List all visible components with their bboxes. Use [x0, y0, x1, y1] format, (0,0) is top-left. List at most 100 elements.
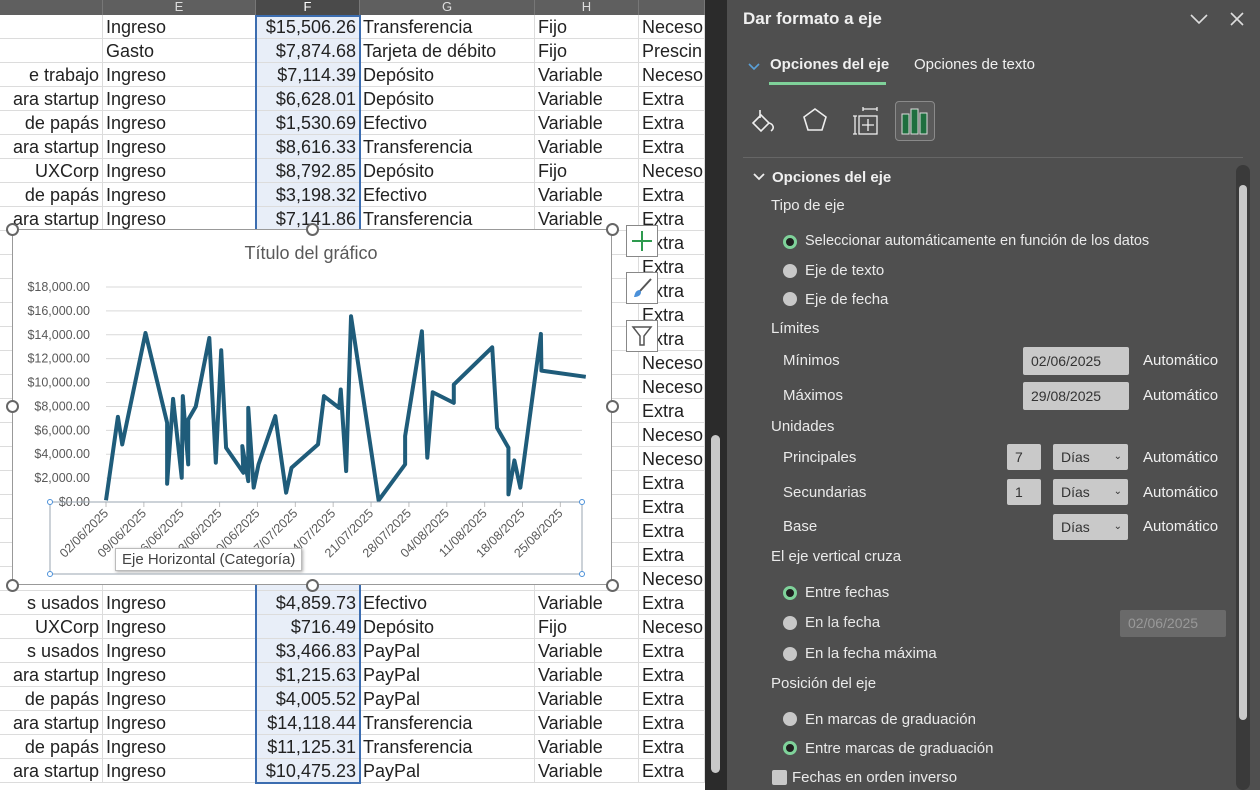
- cell-i[interactable]: Neceso: [639, 63, 705, 87]
- crosses-date-input[interactable]: 02/06/2025: [1120, 610, 1226, 637]
- column-header-i[interactable]: [639, 0, 705, 15]
- chart-elements-button[interactable]: [626, 225, 658, 257]
- chevron-down-icon[interactable]: [753, 172, 765, 182]
- minimum-auto-button[interactable]: Automático: [1143, 352, 1218, 369]
- chart-styles-button[interactable]: [626, 272, 658, 304]
- resize-handle[interactable]: [606, 579, 619, 592]
- minor-unit-select[interactable]: Días ⌄: [1053, 479, 1128, 505]
- cell-f[interactable]: $3,466.83: [256, 639, 360, 663]
- cell-i[interactable]: Extra: [639, 471, 705, 495]
- cell-e[interactable]: Ingreso: [103, 591, 256, 615]
- cell-h[interactable]: Fijo: [535, 15, 639, 39]
- cell-i[interactable]: Extra: [639, 399, 705, 423]
- resize-handle[interactable]: [606, 400, 619, 413]
- column-header-h[interactable]: H: [535, 0, 639, 15]
- cell-e[interactable]: Ingreso: [103, 735, 256, 759]
- cell-i[interactable]: Neceso: [639, 351, 705, 375]
- radio-between-dates[interactable]: [783, 586, 797, 600]
- cell-h[interactable]: Variable: [535, 207, 639, 231]
- cell-d[interactable]: e trabajo: [0, 63, 103, 87]
- cell-h[interactable]: Variable: [535, 135, 639, 159]
- cell-i[interactable]: Neceso: [639, 567, 705, 591]
- cell-h[interactable]: Variable: [535, 663, 639, 687]
- cell-i[interactable]: Extra: [639, 663, 705, 687]
- cell-g[interactable]: PayPal: [360, 639, 535, 663]
- radio-on-tick-marks[interactable]: [783, 712, 797, 726]
- cell-g[interactable]: PayPal: [360, 687, 535, 711]
- cell-e[interactable]: Ingreso: [103, 207, 256, 231]
- radio-date-axis[interactable]: [783, 292, 797, 306]
- cell-e[interactable]: Ingreso: [103, 87, 256, 111]
- cell-i[interactable]: Extra: [639, 591, 705, 615]
- cell-d[interactable]: ara startup: [0, 87, 103, 111]
- cell-g[interactable]: PayPal: [360, 663, 535, 687]
- cell-i[interactable]: Extra: [639, 543, 705, 567]
- resize-handle[interactable]: [306, 223, 319, 236]
- cell-d[interactable]: de papás: [0, 735, 103, 759]
- cell-f[interactable]: $8,616.33: [256, 135, 360, 159]
- close-icon[interactable]: [1229, 11, 1245, 27]
- cell-d[interactable]: [0, 15, 103, 39]
- line-chart[interactable]: Título del gráfico $0.00 $2,000.00 $4,000.0…: [12, 229, 612, 585]
- cell-g[interactable]: Depósito: [360, 87, 535, 111]
- cell-g[interactable]: Transferencia: [360, 735, 535, 759]
- cell-d[interactable]: UXCorp: [0, 159, 103, 183]
- reverse-dates-label[interactable]: Fechas en orden inverso: [792, 769, 957, 786]
- column-header-g[interactable]: G: [360, 0, 535, 15]
- cell-h[interactable]: Variable: [535, 63, 639, 87]
- cell-d[interactable]: ara startup: [0, 759, 103, 783]
- radio-max-date[interactable]: [783, 647, 797, 661]
- cell-i[interactable]: Extra: [639, 135, 705, 159]
- cell-i[interactable]: Extra: [639, 111, 705, 135]
- cell-i[interactable]: Prescin: [639, 39, 705, 63]
- cell-e[interactable]: Ingreso: [103, 159, 256, 183]
- resize-handle[interactable]: [6, 579, 19, 592]
- cell-f[interactable]: $14,118.44: [256, 711, 360, 735]
- cell-f[interactable]: $1,215.63: [256, 663, 360, 687]
- cell-g[interactable]: Tarjeta de débito: [360, 39, 535, 63]
- cell-e[interactable]: Ingreso: [103, 759, 256, 783]
- cell-g[interactable]: Transferencia: [360, 15, 535, 39]
- cell-i[interactable]: Neceso: [639, 15, 705, 39]
- cell-g[interactable]: Depósito: [360, 159, 535, 183]
- cell-g[interactable]: Efectivo: [360, 183, 535, 207]
- resize-handle[interactable]: [306, 579, 319, 592]
- radio-text-axis-label[interactable]: Eje de texto: [805, 262, 884, 279]
- cell-f[interactable]: $15,506.26: [256, 15, 360, 39]
- cell-h[interactable]: Variable: [535, 591, 639, 615]
- cell-f[interactable]: $10,475.23: [256, 759, 360, 783]
- resize-handle[interactable]: [6, 223, 19, 236]
- cell-d[interactable]: de papás: [0, 111, 103, 135]
- cell-e[interactable]: Ingreso: [103, 15, 256, 39]
- cell-h[interactable]: Variable: [535, 639, 639, 663]
- cell-e[interactable]: Ingreso: [103, 63, 256, 87]
- tab-axis-options[interactable]: Opciones del eje: [770, 56, 889, 73]
- cell-d[interactable]: ara startup: [0, 711, 103, 735]
- cell-f[interactable]: $1,530.69: [256, 111, 360, 135]
- cell-e[interactable]: Ingreso: [103, 135, 256, 159]
- cell-e[interactable]: Ingreso: [103, 687, 256, 711]
- cell-e[interactable]: Ingreso: [103, 663, 256, 687]
- cell-f[interactable]: $7,874.68: [256, 39, 360, 63]
- major-unit-select[interactable]: Días ⌄: [1053, 444, 1128, 470]
- radio-on-tick-marks-label[interactable]: En marcas de graduación: [805, 711, 976, 728]
- major-value-input[interactable]: 7: [1007, 444, 1041, 470]
- cell-g[interactable]: Efectivo: [360, 111, 535, 135]
- cell-e[interactable]: Ingreso: [103, 111, 256, 135]
- radio-at-date-label[interactable]: En la fecha: [805, 614, 880, 631]
- cell-f[interactable]: $4,005.52: [256, 687, 360, 711]
- effects-icon[interactable]: [801, 106, 829, 136]
- scrollbar-thumb[interactable]: [1239, 185, 1247, 720]
- radio-between-tick-marks-label[interactable]: Entre marcas de graduación: [805, 740, 993, 757]
- chevron-down-icon[interactable]: [1189, 12, 1209, 26]
- cell-f[interactable]: $4,859.73: [256, 591, 360, 615]
- cell-i[interactable]: Neceso: [639, 375, 705, 399]
- cell-i[interactable]: Extra: [639, 687, 705, 711]
- cell-d[interactable]: de papás: [0, 687, 103, 711]
- cell-h[interactable]: Variable: [535, 111, 639, 135]
- cell-i[interactable]: Neceso: [639, 615, 705, 639]
- cell-h[interactable]: Fijo: [535, 615, 639, 639]
- cell-i[interactable]: Neceso: [639, 423, 705, 447]
- radio-between-tick-marks[interactable]: [783, 741, 797, 755]
- cell-e[interactable]: Ingreso: [103, 711, 256, 735]
